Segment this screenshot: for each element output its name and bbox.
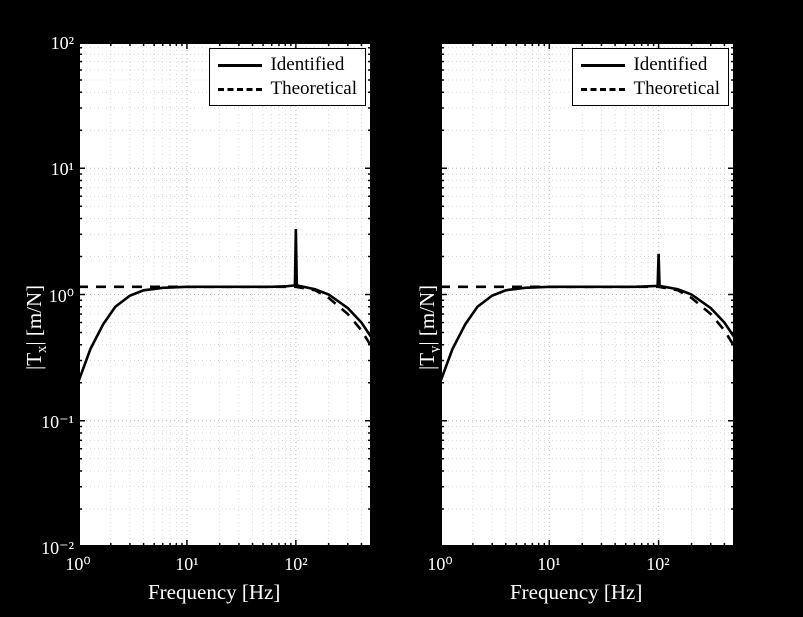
curve-theoretical-right — [440, 287, 735, 348]
curve-identified-right — [440, 254, 735, 383]
legend-label-theoretical-r: Theoretical — [633, 78, 720, 100]
chart-panel-tx: Identified Theoretical — [78, 42, 372, 547]
xtick-left-1: 10¹ — [175, 554, 198, 575]
legend-label-theoretical: Theoretical — [270, 78, 357, 100]
ytick-left-3: 10¹ — [28, 159, 74, 180]
legend-row-theoretical-r: Theoretical — [581, 77, 720, 101]
legend-row-identified-r: Identified — [581, 53, 720, 77]
legend-row-theoretical: Theoretical — [218, 77, 357, 101]
legend-swatch-dashed-icon — [581, 88, 625, 91]
chart-panel-ty: Identified Theoretical — [440, 42, 735, 547]
legend-swatch-solid-icon — [218, 64, 262, 67]
xtick-left-2: 10² — [284, 554, 307, 575]
x-axis-label-right: Frequency [Hz] — [510, 580, 642, 605]
legend-left: Identified Theoretical — [209, 48, 366, 106]
curve-identified-left — [78, 229, 372, 383]
chart-svg-right — [440, 42, 735, 547]
xtick-right-0: 10⁰ — [427, 554, 452, 575]
ytick-left-1: 10⁻¹ — [28, 412, 74, 433]
legend-label-identified: Identified — [270, 54, 344, 76]
xtick-left-0: 10⁰ — [65, 554, 90, 575]
chart-svg-left — [78, 42, 372, 547]
xtick-right-2: 10² — [646, 554, 669, 575]
curve-theoretical-left — [78, 287, 372, 348]
xtick-right-1: 10¹ — [537, 554, 560, 575]
x-axis-label-left: Frequency [Hz] — [148, 580, 280, 605]
legend-label-identified-r: Identified — [633, 54, 707, 76]
ytick-left-2: 10⁰ — [28, 286, 74, 307]
legend-right: Identified Theoretical — [572, 48, 729, 106]
ytick-left-4: 10² — [28, 33, 74, 54]
legend-row-identified: Identified — [218, 53, 357, 77]
legend-swatch-solid-icon — [581, 64, 625, 67]
legend-swatch-dashed-icon — [218, 88, 262, 91]
